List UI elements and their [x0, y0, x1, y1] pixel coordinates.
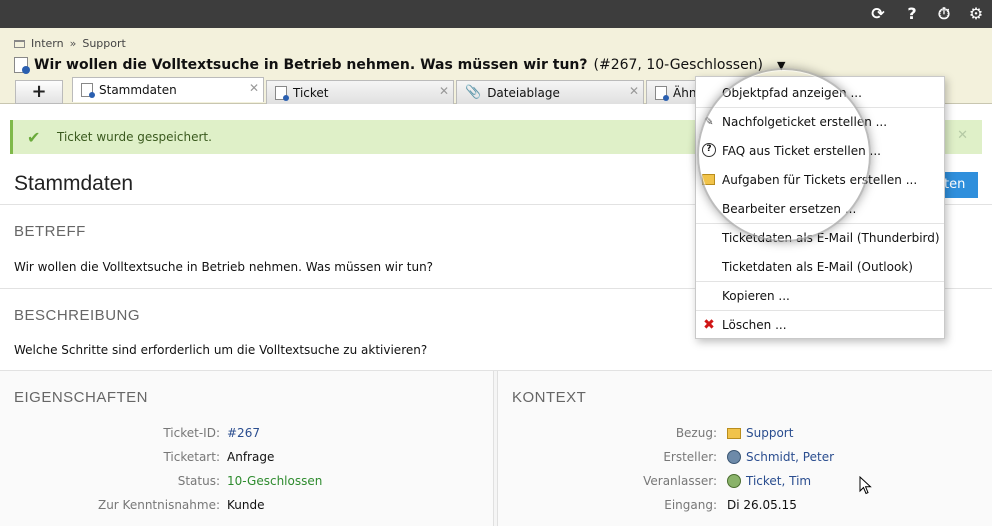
veranlasser-value: Ticket, Tim: [746, 474, 812, 488]
menu-item-bearbeiter-ersetzen[interactable]: Bearbeiter ersetzen ...: [696, 194, 944, 223]
menu-item-label: Objektpfad anzeigen ...: [722, 85, 862, 100]
edit-button[interactable]: ten: [940, 172, 978, 198]
menu-item-faq[interactable]: ? FAQ aus Ticket erstellen ...: [696, 136, 944, 165]
page-title: Stammdaten: [14, 172, 134, 195]
tab-dateiablage[interactable]: 📎 Dateiablage ✕: [456, 80, 644, 104]
ticket-title-text: Wir wollen die Volltextsuche in Betrieb …: [34, 57, 588, 73]
ticket-icon: [14, 57, 30, 74]
ersteller-link[interactable]: Schmidt, Peter: [727, 450, 834, 464]
menu-item-label: Nachfolgeticket erstellen ...: [722, 115, 888, 129]
help-icon[interactable]: ?: [900, 3, 924, 25]
betreff-text: Wir wollen die Volltextsuche in Betrieb …: [14, 260, 434, 274]
chevron-down-icon[interactable]: ▼: [777, 59, 785, 72]
delete-icon: ✖: [703, 317, 715, 333]
close-icon[interactable]: ✕: [249, 81, 259, 95]
gear-icon[interactable]: ⚙: [964, 3, 988, 25]
notice-text: Ticket wurde gespeichert.: [57, 130, 212, 144]
folder-icon: [727, 427, 741, 439]
menu-item-label: Löschen ...: [722, 318, 787, 332]
eingang-value: Di 26.05.15: [727, 498, 797, 512]
property-row: Ticketart: Anfrage: [0, 450, 494, 466]
property-value: Kunde: [227, 498, 265, 512]
timer-icon[interactable]: ⏱: [932, 3, 956, 25]
property-label: Eingang:: [664, 498, 717, 512]
menu-item-loeschen[interactable]: ✖ Löschen ...: [696, 310, 944, 339]
kontext-heading: KONTEXT: [512, 389, 587, 406]
beschreibung-text: Welche Schritte sind erforderlich um die…: [14, 343, 428, 357]
property-label: Bezug:: [675, 426, 717, 440]
property-label: Status:: [177, 474, 220, 488]
tab-label: Ticket: [293, 85, 329, 100]
ticket-icon: [655, 85, 669, 101]
property-label: Ticket-ID:: [163, 426, 220, 440]
breadcrumb-item-support[interactable]: Support: [82, 37, 125, 50]
property-value: Anfrage: [227, 450, 275, 464]
successor-ticket-icon: ✎: [704, 115, 714, 128]
eigenschaften-panel: EIGENSCHAFTEN Ticket-ID: #267 Ticketart:…: [0, 371, 494, 526]
ersteller-value: Schmidt, Peter: [746, 450, 835, 464]
menu-item-email-thunderbird[interactable]: Ticketdaten als E-Mail (Thunderbird): [696, 223, 944, 252]
user-icon: [727, 474, 741, 488]
property-label: Zur Kenntnisnahme:: [97, 498, 220, 512]
breadcrumb: Intern » Support: [14, 37, 126, 50]
ticket-icon: [81, 83, 95, 98]
close-icon[interactable]: ✕: [629, 84, 639, 98]
breadcrumb-item-intern[interactable]: Intern: [31, 37, 64, 50]
menu-item-label: Kopieren ...: [722, 289, 790, 303]
property-row: Ticket-ID: #267: [0, 426, 494, 442]
property-row: Status: 10-Geschlossen: [0, 474, 494, 490]
menu-item-email-outlook[interactable]: Ticketdaten als E-Mail (Outlook): [696, 252, 944, 281]
faq-icon: ?: [702, 143, 716, 157]
eigenschaften-heading: EIGENSCHAFTEN: [14, 389, 149, 406]
close-icon[interactable]: ✕: [439, 84, 449, 98]
menu-item-label: Bearbeiter ersetzen ...: [722, 201, 857, 216]
ticket-id-link[interactable]: #267: [227, 426, 260, 440]
property-row: Bezug: Support: [498, 426, 992, 442]
menu-item-label: FAQ aus Ticket erstellen ...: [722, 143, 881, 158]
bezug-link[interactable]: Support: [727, 426, 793, 440]
menu-item-label: Ticketdaten als E-Mail (Outlook): [722, 259, 913, 274]
ticket-context-menu: Objektpfad anzeigen ... ✎ Nachfolgeticke…: [695, 76, 945, 339]
paperclip-icon: 📎: [465, 85, 482, 100]
property-label: Veranlasser:: [643, 474, 717, 488]
properties-area: EIGENSCHAFTEN Ticket-ID: #267 Ticketart:…: [0, 370, 992, 526]
property-label: Ticketart:: [163, 450, 220, 464]
check-icon: ✔: [27, 128, 41, 147]
tab-label: Stammdaten: [99, 83, 177, 97]
menu-item-kopieren[interactable]: Kopieren ...: [696, 281, 944, 310]
veranlasser-link[interactable]: Ticket, Tim: [727, 474, 811, 488]
breadcrumb-separator: »: [69, 37, 77, 50]
menu-item-label: Aufgaben für Tickets erstellen ...: [722, 172, 918, 187]
ticket-icon: [275, 85, 289, 101]
menu-item-label: Ticketdaten als E-Mail (Thunderbird): [722, 231, 940, 245]
property-label: Ersteller:: [663, 450, 717, 464]
tab-ticket[interactable]: Ticket ✕: [266, 80, 454, 104]
ticket-title[interactable]: Wir wollen die Volltextsuche in Betrieb …: [14, 57, 785, 74]
menu-item-nachfolgeticket[interactable]: ✎ Nachfolgeticket erstellen ...: [696, 107, 944, 136]
tab-stammdaten[interactable]: Stammdaten ✕: [72, 77, 264, 102]
menu-item-objektpfad[interactable]: Objektpfad anzeigen ...: [696, 78, 944, 107]
bezug-value: Support: [746, 426, 794, 440]
top-toolbar: ⟳ ? ⏱ ⚙: [0, 0, 992, 28]
folder-icon: [14, 39, 25, 48]
kontext-panel: KONTEXT Bezug: Support Ersteller: Schmid…: [497, 371, 992, 526]
property-row: Eingang: Di 26.05.15: [498, 498, 992, 514]
close-icon[interactable]: ✕: [957, 128, 968, 143]
folder-icon: [702, 174, 715, 185]
property-row: Veranlasser: Ticket, Tim: [498, 474, 992, 490]
betreff-heading: BETREFF: [14, 223, 86, 240]
property-row: Ersteller: Schmidt, Peter: [498, 450, 992, 466]
menu-item-aufgaben[interactable]: Aufgaben für Tickets erstellen ...: [696, 165, 944, 194]
ticket-meta: (#267, 10-Geschlossen): [593, 57, 764, 73]
beschreibung-heading: BESCHREIBUNG: [14, 307, 141, 324]
status-value: 10-Geschlossen: [227, 474, 323, 488]
tab-label: Dateiablage: [487, 85, 560, 100]
add-tab-button[interactable]: +: [15, 80, 63, 104]
user-icon: [727, 450, 741, 464]
property-row: Zur Kenntnisnahme: Kunde: [0, 498, 494, 514]
sync-icon[interactable]: ⟳: [866, 3, 890, 25]
